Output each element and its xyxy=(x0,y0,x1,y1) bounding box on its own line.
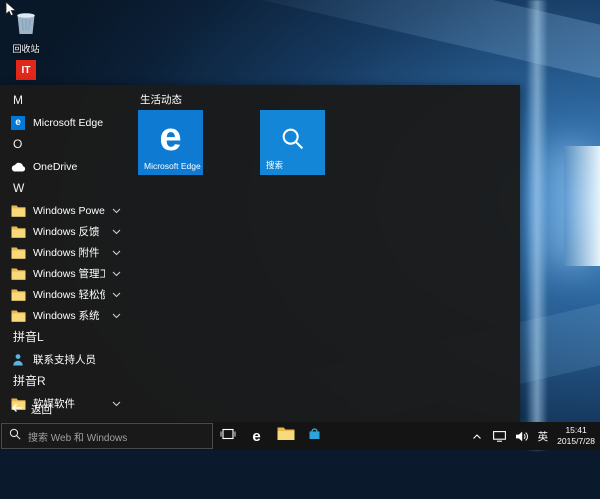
tile-microsoft-edge[interactable]: e Microsoft Edge xyxy=(138,110,203,175)
app-list-item[interactable]: Windows 系统 xyxy=(0,305,130,326)
app-item-label: Windows 轻松使用 xyxy=(33,289,105,301)
edge-taskbar-button[interactable]: e xyxy=(242,422,271,450)
tile-group-title: 生活动态 xyxy=(140,94,182,106)
chevron-down-icon xyxy=(112,229,121,235)
edge-icon: e xyxy=(10,115,26,131)
system-tray: 英 15:41 2015/7/28 xyxy=(469,422,600,450)
folder-icon xyxy=(10,287,26,303)
clock-date: 2015/7/28 xyxy=(557,436,595,446)
app-item-label: Microsoft Edge xyxy=(33,116,104,129)
desktop-icon-it[interactable]: IT xyxy=(4,60,48,80)
task-view-icon xyxy=(219,427,236,446)
it-logo-icon: IT xyxy=(16,60,36,80)
mouse-cursor-icon xyxy=(5,1,17,23)
back-arrow-icon xyxy=(11,403,23,416)
app-item-label: 联系支持人员 xyxy=(33,354,96,366)
app-item-label: Windows 附件 xyxy=(33,247,100,259)
app-list-item[interactable]: OneDrive xyxy=(0,156,130,177)
tile-area: 生活动态 e Microsoft Edge 搜索 xyxy=(130,85,520,422)
folder-icon xyxy=(10,308,26,324)
app-list-item[interactable]: Windows 附件 xyxy=(0,242,130,263)
folder-icon xyxy=(10,245,26,261)
app-list-item[interactable]: 联系支持人员 xyxy=(0,349,130,370)
folder-icon xyxy=(277,426,295,446)
app-list-item[interactable]: Windows 轻松使用 xyxy=(0,284,130,305)
tile-search[interactable]: 搜索 xyxy=(260,110,325,175)
app-item-label: Windows 反馈 xyxy=(33,226,100,238)
light-glow xyxy=(564,146,600,266)
app-list-section-header[interactable]: W xyxy=(0,177,130,200)
app-rows: Me Microsoft Edge O OneDrive W Windows PowerS… xyxy=(0,89,130,414)
chevron-down-icon xyxy=(112,292,121,298)
edge-icon: e xyxy=(252,427,261,445)
chevron-down-icon xyxy=(112,313,121,319)
store-button[interactable] xyxy=(300,422,329,450)
app-item-label: Windows 管理工具 xyxy=(33,268,105,280)
desktop-icon-label: 回收站 xyxy=(12,44,40,54)
taskbar-search-input[interactable]: 搜索 Web 和 Windows xyxy=(1,423,213,449)
app-item-label: Windows PowerShell xyxy=(33,204,105,217)
app-item-label: Windows 系统 xyxy=(33,310,100,322)
clock-time: 15:41 xyxy=(565,424,587,435)
folder-icon xyxy=(10,203,26,219)
app-list-section-header[interactable]: 拼音R xyxy=(0,370,130,393)
app-list-section-header[interactable]: 拼音L xyxy=(0,326,130,349)
file-explorer-button[interactable] xyxy=(271,422,300,450)
tile-label: 搜索 xyxy=(266,160,284,170)
volume-icon[interactable] xyxy=(515,431,531,442)
app-item-label: OneDrive xyxy=(33,160,78,173)
chevron-down-icon xyxy=(112,250,121,256)
onedrive-icon xyxy=(10,159,26,175)
chevron-down-icon xyxy=(112,208,121,214)
network-icon[interactable] xyxy=(492,430,508,442)
search-icon xyxy=(9,427,21,445)
app-list-item[interactable]: Windows 管理工具 xyxy=(0,263,130,284)
tile-label: Microsoft Edge xyxy=(144,161,201,171)
folder-icon xyxy=(10,266,26,282)
edge-logo-icon: e xyxy=(159,115,182,159)
chevron-down-icon xyxy=(112,271,121,277)
chevron-down-icon xyxy=(112,401,121,407)
light-streak xyxy=(10,0,600,82)
taskbar: 搜索 Web 和 Windows e 英 15:41 2015/7/28 xyxy=(0,422,600,450)
search-placeholder: 搜索 Web 和 Windows xyxy=(28,432,128,444)
back-button[interactable]: 返回 xyxy=(0,399,52,419)
tray-expand-button[interactable] xyxy=(469,433,485,440)
app-list-item[interactable]: e Microsoft Edge xyxy=(0,112,130,133)
app-list-item[interactable]: Windows PowerShell xyxy=(0,200,130,221)
folder-icon xyxy=(10,224,26,240)
app-list-section-header[interactable]: O xyxy=(0,133,130,156)
app-list: Me Microsoft Edge O OneDrive W Windows PowerS… xyxy=(0,85,130,422)
app-list-item[interactable]: Windows 反馈 xyxy=(0,221,130,242)
desktop: 回收站 IT Me Microsoft Edge O OneDrive W Windows… xyxy=(0,0,600,499)
input-method-indicator[interactable]: 英 xyxy=(538,429,549,444)
light-beam xyxy=(526,0,548,450)
task-view-button[interactable] xyxy=(213,422,242,450)
person-icon xyxy=(10,352,26,368)
back-label: 返回 xyxy=(31,403,52,416)
store-bag-icon xyxy=(307,426,322,446)
clock[interactable]: 15:41 2015/7/28 xyxy=(555,425,595,447)
start-menu: Me Microsoft Edge O OneDrive W Windows PowerS… xyxy=(0,85,520,422)
app-list-section-header[interactable]: M xyxy=(0,89,130,112)
